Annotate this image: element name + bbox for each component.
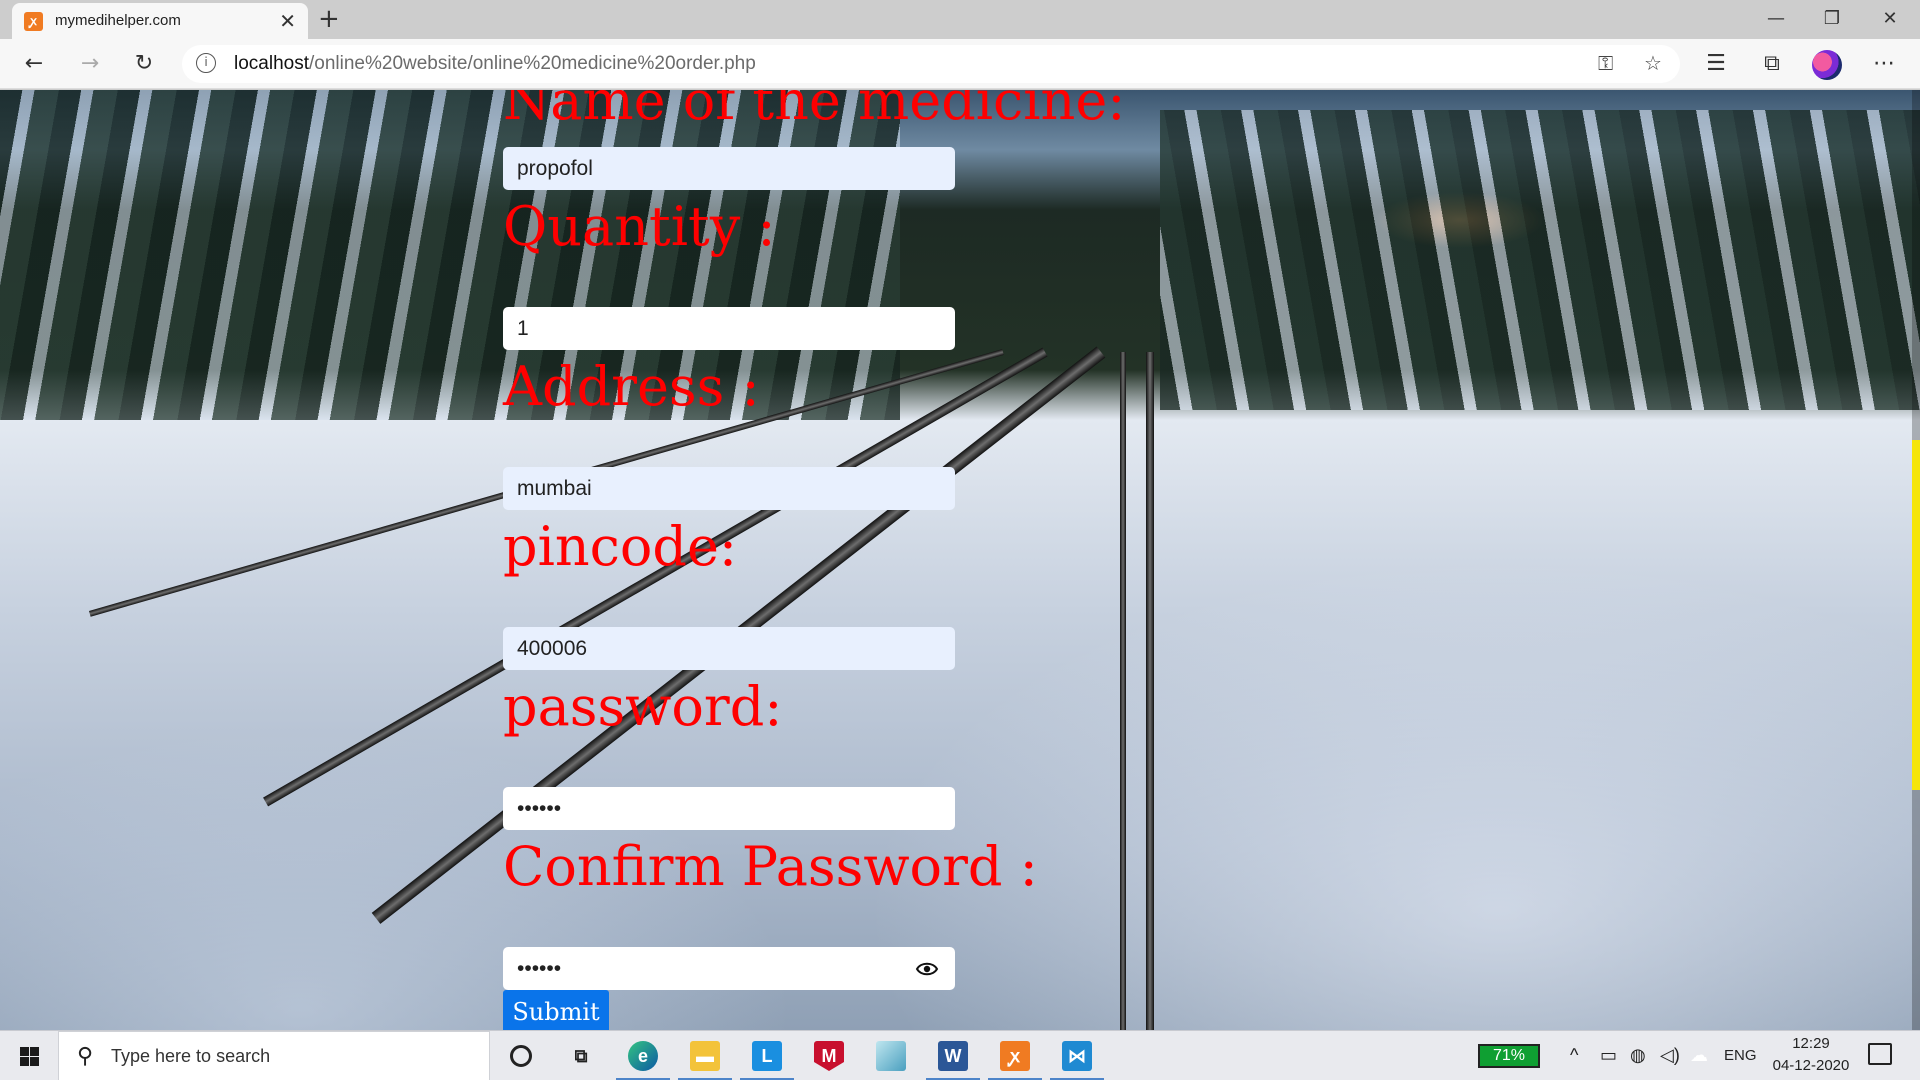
address-bar[interactable]: i localhost/online%20website/online%20me…: [182, 45, 1680, 83]
vscode-icon[interactable]: ⋈: [1046, 1031, 1108, 1080]
profile-avatar[interactable]: [1812, 50, 1842, 80]
back-icon[interactable]: ←: [18, 49, 50, 79]
background-rail: [1146, 352, 1154, 1030]
password-label: password:: [503, 675, 783, 738]
password-input[interactable]: [503, 787, 955, 830]
confirm-password-label: Confirm Password :: [503, 835, 1038, 898]
minimize-icon[interactable]: —: [1748, 0, 1804, 39]
browser-tab[interactable]: ꭙ mymedihelper.com ✕: [12, 3, 308, 39]
xampp-favicon-icon: ꭙ: [24, 12, 43, 31]
page-viewport: Name of the medicine: Quantity : Address…: [0, 90, 1920, 1030]
close-icon[interactable]: ✕: [1862, 0, 1918, 39]
background-snow: [0, 410, 1920, 1030]
xampp-icon[interactable]: ꭙ: [984, 1031, 1046, 1080]
volume-icon[interactable]: ◁): [1660, 1045, 1680, 1066]
chevron-up-icon[interactable]: ^: [1570, 1045, 1578, 1066]
clock-date[interactable]: 04-12-2020: [1766, 1057, 1856, 1074]
browser-tab-bar: ꭙ mymedihelper.com ✕ + — ❐ ✕: [0, 0, 1920, 39]
cloud-icon[interactable]: ☁: [1690, 1045, 1708, 1066]
key-icon[interactable]: ⚿: [1598, 51, 1613, 75]
scrollbar-thumb[interactable]: [1912, 440, 1920, 790]
medicine-name-label: Name of the medicine:: [503, 90, 1126, 132]
word-icon[interactable]: W: [922, 1031, 984, 1080]
restore-icon[interactable]: ❐: [1804, 0, 1860, 39]
cortana-icon[interactable]: [490, 1031, 552, 1080]
tab-close-icon[interactable]: ✕: [279, 9, 296, 33]
file-explorer-icon[interactable]: ▬: [674, 1031, 736, 1080]
l-app-icon[interactable]: L: [736, 1031, 798, 1080]
submit-button[interactable]: Submit: [503, 990, 609, 1030]
url-text[interactable]: localhost/online%20website/online%20medi…: [234, 53, 756, 75]
globe-network-icon[interactable]: ◍: [1630, 1045, 1646, 1066]
site-info-icon[interactable]: i: [196, 53, 216, 73]
refresh-icon[interactable]: ↻: [128, 49, 160, 79]
background-forest-right: [1160, 110, 1920, 410]
favorite-star-icon[interactable]: ☆: [1644, 51, 1662, 75]
battery-icon[interactable]: ▭: [1600, 1045, 1617, 1066]
pincode-label: pincode:: [503, 515, 738, 578]
windows-start-icon[interactable]: [0, 1031, 60, 1080]
battery-percent-badge: 71%: [1478, 1044, 1540, 1068]
task-view-icon[interactable]: ⧉: [550, 1031, 612, 1080]
forward-icon[interactable]: →: [74, 49, 106, 79]
edge-icon[interactable]: e: [612, 1031, 674, 1080]
language-indicator[interactable]: ENG: [1724, 1047, 1757, 1064]
background-rail: [1120, 352, 1126, 1030]
taskbar-search-input[interactable]: ⚲ Type here to search: [58, 1031, 490, 1080]
medicine-name-input[interactable]: [503, 147, 955, 190]
mcafee-icon[interactable]: M: [798, 1031, 860, 1080]
notifications-icon[interactable]: [1868, 1043, 1892, 1065]
plus-icon[interactable]: +: [318, 4, 340, 34]
pincode-input[interactable]: [503, 627, 955, 670]
tab-title: mymedihelper.com: [55, 12, 181, 29]
browser-toolbar: ← → ↻ i localhost/online%20website/onlin…: [0, 39, 1920, 89]
favorites-list-icon[interactable]: ☰: [1700, 49, 1732, 79]
quantity-input[interactable]: [503, 307, 955, 350]
notepad-icon[interactable]: [860, 1031, 922, 1080]
quantity-label: Quantity :: [503, 195, 776, 258]
clock-time[interactable]: 12:29: [1776, 1035, 1846, 1052]
search-placeholder: Type here to search: [111, 1046, 271, 1066]
windows-taskbar: ⚲ Type here to search ⧉ e ▬ L M W ꭙ ⋈ 71…: [0, 1030, 1920, 1080]
collections-icon[interactable]: ⧉: [1756, 49, 1788, 79]
address-input[interactable]: [503, 467, 955, 510]
search-icon: ⚲: [77, 1044, 94, 1069]
more-options-icon[interactable]: ⋯: [1868, 49, 1900, 79]
confirm-password-input[interactable]: [503, 947, 955, 990]
address-label: Address :: [503, 355, 760, 418]
show-password-eye-icon[interactable]: [915, 957, 939, 981]
